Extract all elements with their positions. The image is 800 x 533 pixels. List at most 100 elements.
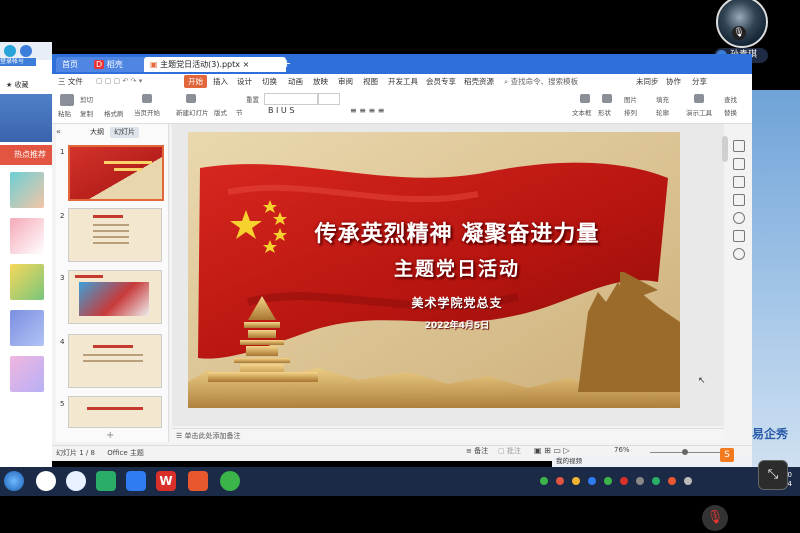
picture-button[interactable]: 图片: [624, 94, 637, 104]
menu-view[interactable]: 视图: [363, 74, 378, 89]
play-icon[interactable]: [142, 94, 152, 103]
menu-transition[interactable]: 切换: [262, 74, 277, 89]
menu-insert[interactable]: 插入: [213, 74, 228, 89]
add-tab-button[interactable]: +: [282, 57, 291, 70]
shape-pane-icon[interactable]: [733, 176, 745, 188]
shape-icon[interactable]: [602, 94, 612, 103]
thumb-title-line: [87, 407, 143, 410]
add-slide-button[interactable]: +: [106, 430, 114, 441]
tray-icon[interactable]: [572, 477, 580, 485]
outline-button[interactable]: 轮廓: [656, 107, 669, 117]
thumb-title-line: [75, 275, 103, 278]
menu-docer-resources[interactable]: 稻壳资源: [464, 74, 494, 89]
account-badge[interactable]: 登录帐号: [0, 58, 36, 66]
sync-status[interactable]: 未同步: [636, 74, 659, 89]
fill-button[interactable]: 填充: [656, 94, 669, 104]
book-thumbnail[interactable]: [10, 172, 44, 208]
book-thumbnail[interactable]: [10, 310, 44, 346]
wechat-icon[interactable]: [96, 471, 116, 491]
search-box[interactable]: ⌕ 查找命令、搜索模板: [504, 74, 578, 89]
slide-thumbnail-3[interactable]: [68, 270, 162, 324]
paragraph-buttons[interactable]: ≡ ≡ ≡ ≡: [350, 106, 384, 115]
format-painter-button[interactable]: 格式刷: [104, 108, 124, 118]
menu-member[interactable]: 会员专享: [426, 74, 456, 89]
paste-label: 粘贴: [58, 110, 71, 118]
find-button[interactable]: 查找: [724, 94, 737, 104]
text-format-buttons[interactable]: B I U S: [268, 106, 294, 115]
arrange-button[interactable]: 排列: [624, 107, 637, 117]
slide-thumbnail-5[interactable]: [68, 396, 162, 428]
expand-icon[interactable]: ⤡: [758, 460, 788, 490]
tray-icon[interactable]: [556, 477, 564, 485]
input-method-icon[interactable]: S: [720, 448, 734, 462]
app-icon[interactable]: [66, 471, 86, 491]
notes-area[interactable]: ☰ 单击此处添加备注: [172, 428, 724, 443]
book-thumbnail[interactable]: [10, 264, 44, 300]
slide-thumbnail-4[interactable]: [68, 334, 162, 388]
slide-thumbnail-1[interactable]: [68, 145, 164, 201]
tab-outline[interactable]: 大纲: [86, 127, 108, 138]
tray-icon[interactable]: [684, 477, 692, 485]
close-icon[interactable]: ×: [243, 60, 250, 69]
font-family-select[interactable]: [264, 93, 318, 105]
tray-icon[interactable]: [668, 477, 676, 485]
properties-icon[interactable]: [733, 140, 745, 152]
collab-button[interactable]: 协作: [666, 74, 681, 89]
tray-icon[interactable]: [636, 477, 644, 485]
animation-pane-icon[interactable]: [733, 158, 745, 170]
tab-document[interactable]: ▣ 主题党日活动(3).pptx ×: [144, 57, 286, 72]
textbox-icon[interactable]: [580, 94, 590, 103]
navigate-icon[interactable]: [20, 45, 32, 57]
cut-button[interactable]: 剪切: [80, 94, 93, 104]
sogou-icon[interactable]: [36, 471, 56, 491]
menu-design[interactable]: 设计: [237, 74, 252, 89]
start-button[interactable]: [4, 471, 24, 491]
layout-button[interactable]: 版式: [214, 107, 227, 117]
zoom-slider-handle[interactable]: [682, 449, 688, 455]
replace-button[interactable]: 替换: [724, 107, 737, 117]
quick-access-icons[interactable]: ▢ ▢ ▢ ↶ ↷ ▾: [96, 77, 142, 85]
slide-thumbnail-2[interactable]: [68, 208, 162, 262]
vertical-scrollbar[interactable]: [722, 136, 728, 162]
comment-button[interactable]: ▢ 批注: [498, 446, 521, 456]
file-menu[interactable]: 三 文件: [58, 74, 83, 89]
paste-icon[interactable]: [60, 94, 74, 106]
book-thumbnail[interactable]: [10, 356, 44, 392]
favorites-link[interactable]: ★ 收藏: [6, 80, 29, 90]
tray-icon[interactable]: [652, 477, 660, 485]
menu-start[interactable]: 开始: [184, 75, 207, 88]
menu-slideshow[interactable]: 放映: [313, 74, 328, 89]
menu-review[interactable]: 审阅: [338, 74, 353, 89]
view-mode-buttons[interactable]: ▣ ⊞ ▭ ▷: [534, 446, 570, 455]
tab-slides[interactable]: 幻灯片: [110, 127, 139, 138]
section-button[interactable]: 节: [236, 107, 243, 117]
zoom-level[interactable]: 76%: [614, 446, 630, 454]
book-thumbnail[interactable]: [10, 218, 44, 254]
tray-icon[interactable]: [540, 477, 548, 485]
menu-developer[interactable]: 开发工具: [388, 74, 418, 89]
collapse-panel-icon[interactable]: «: [56, 127, 61, 136]
browser-icon[interactable]: [220, 471, 240, 491]
share-button[interactable]: 分享: [692, 74, 707, 89]
selection-pane-icon[interactable]: [733, 194, 745, 206]
notes-toggle-button[interactable]: ≡ 备注: [466, 446, 488, 456]
reset-button[interactable]: 重置: [246, 94, 259, 104]
font-size-select[interactable]: [318, 93, 340, 105]
mic-muted-icon[interactable]: 🎙: [702, 505, 728, 531]
current-slide[interactable]: 传承英烈精神 凝聚奋进力量 主题党日活动 美术学院党总支 2022年4月5日: [188, 132, 680, 408]
wps-icon[interactable]: W: [156, 471, 176, 491]
menu-animation[interactable]: 动画: [288, 74, 303, 89]
new-slide-icon[interactable]: [186, 94, 196, 103]
location-icon[interactable]: [733, 248, 745, 260]
presentation-icon[interactable]: [188, 471, 208, 491]
presentation-tools-icon[interactable]: [694, 94, 704, 103]
play-from-current-label: 当页开始: [134, 109, 160, 117]
copy-button[interactable]: 复制: [80, 108, 93, 118]
tray-icon[interactable]: [620, 477, 628, 485]
meeting-app-icon[interactable]: [126, 471, 146, 491]
tray-icon[interactable]: [588, 477, 596, 485]
backup-icon[interactable]: [733, 230, 745, 242]
help-icon[interactable]: [733, 212, 745, 224]
tray-icon[interactable]: [604, 477, 612, 485]
tab-docer[interactable]: D 稻壳: [88, 57, 152, 72]
